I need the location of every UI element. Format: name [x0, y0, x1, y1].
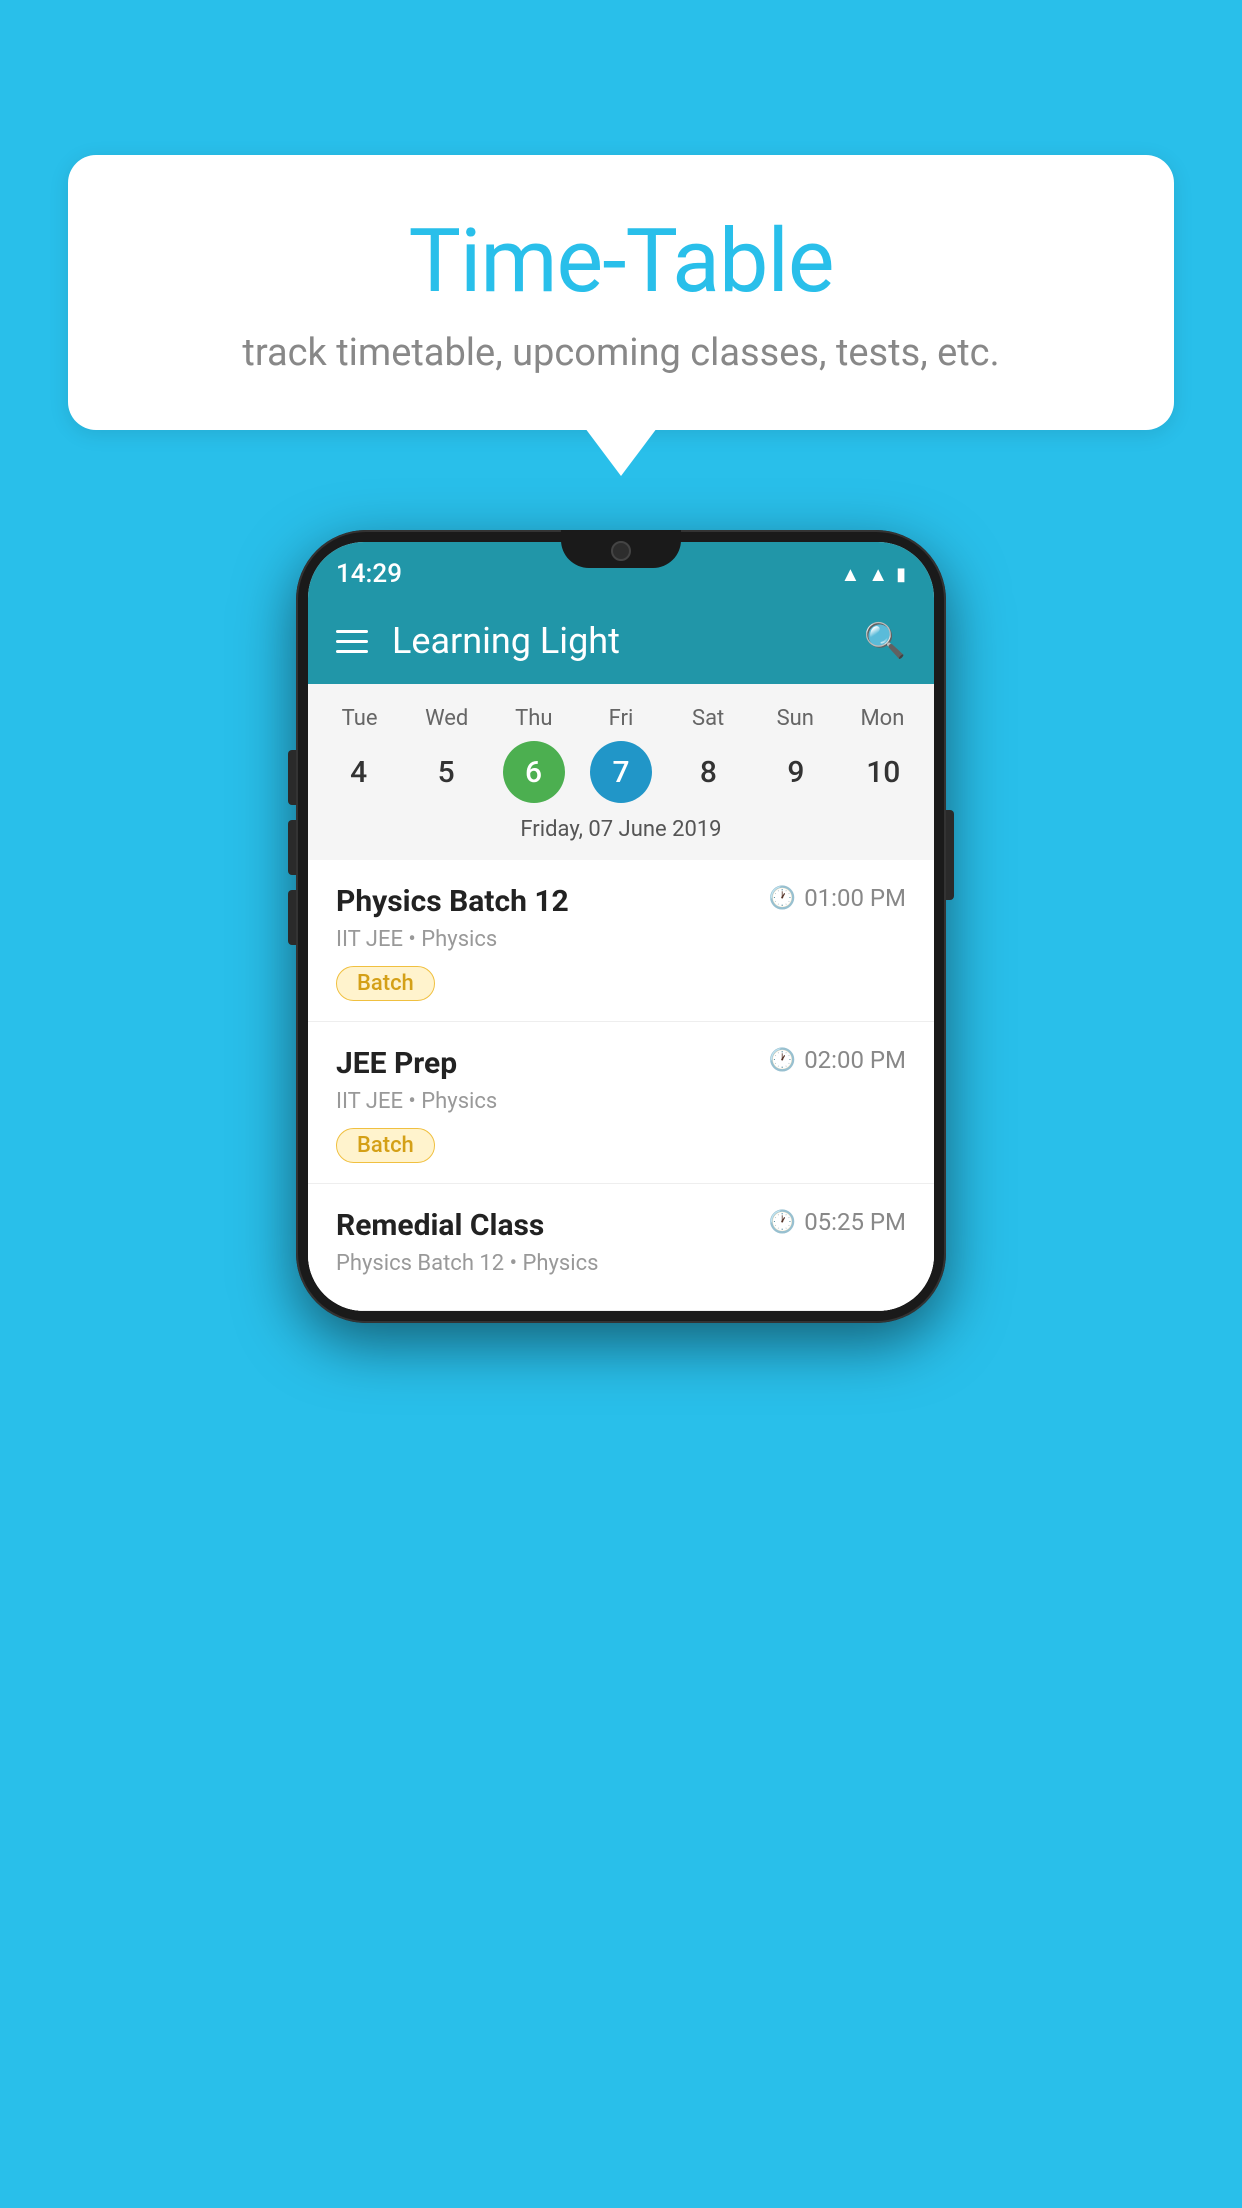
day-headers: Tue Wed Thu Fri Sat Sun Mon [308, 700, 934, 737]
speech-bubble-tail [585, 428, 657, 476]
day-thu: Thu [490, 700, 577, 737]
hamburger-menu-icon[interactable] [336, 630, 368, 653]
day-mon: Mon [839, 700, 926, 737]
day-wed: Wed [403, 700, 490, 737]
schedule-item-2-time: 02:00 PM [804, 1046, 906, 1074]
speech-bubble-section: Time-Table track timetable, upcoming cla… [68, 155, 1174, 476]
schedule-item-3-time-block: 🕐 05:25 PM [769, 1208, 906, 1236]
phone-screen: 14:29 ▲ ▲ ▮ Learning Light 🔍 [308, 542, 934, 1311]
phone-notch [561, 530, 681, 568]
clock-icon-1: 🕐 [769, 886, 796, 911]
clock-icon-2: 🕐 [769, 1048, 796, 1073]
day-fri: Fri [577, 700, 664, 737]
schedule-item-2-time-block: 🕐 02:00 PM [769, 1046, 906, 1074]
clock-icon-3: 🕐 [769, 1210, 796, 1235]
status-time: 14:29 [336, 559, 402, 589]
day-sun: Sun [752, 700, 839, 737]
date-5[interactable]: 5 [403, 741, 488, 803]
schedule-item-2-header: JEE Prep 🕐 02:00 PM [336, 1046, 906, 1081]
phone-outer: 14:29 ▲ ▲ ▮ Learning Light 🔍 [296, 530, 946, 1323]
date-4[interactable]: 4 [316, 741, 401, 803]
schedule-item-1-time: 01:00 PM [804, 884, 906, 912]
speech-bubble: Time-Table track timetable, upcoming cla… [68, 155, 1174, 430]
calendar-strip: Tue Wed Thu Fri Sat Sun Mon 4 5 6 7 8 9 … [308, 684, 934, 860]
date-7-selected[interactable]: 7 [590, 741, 652, 803]
schedule-item-3-title: Remedial Class [336, 1208, 544, 1243]
front-camera [611, 541, 631, 561]
schedule-item-1[interactable]: Physics Batch 12 🕐 01:00 PM IIT JEE • Ph… [308, 860, 934, 1022]
schedule-item-1-header: Physics Batch 12 🕐 01:00 PM [336, 884, 906, 919]
app-header-title: Learning Light [392, 620, 840, 662]
day-tue: Tue [316, 700, 403, 737]
schedule-item-2[interactable]: JEE Prep 🕐 02:00 PM IIT JEE • Physics Ba… [308, 1022, 934, 1184]
schedule-item-1-time-block: 🕐 01:00 PM [769, 884, 906, 912]
date-8[interactable]: 8 [666, 741, 751, 803]
schedule-item-3-header: Remedial Class 🕐 05:25 PM [336, 1208, 906, 1243]
bubble-title: Time-Table [128, 210, 1114, 313]
phone-wrapper: 14:29 ▲ ▲ ▮ Learning Light 🔍 [296, 530, 946, 1323]
schedule-item-1-badge: Batch [336, 966, 435, 1001]
battery-icon: ▮ [896, 564, 906, 585]
schedule-item-1-title: Physics Batch 12 [336, 884, 569, 919]
app-header: Learning Light 🔍 [308, 598, 934, 684]
date-6-today[interactable]: 6 [503, 741, 565, 803]
signal-icon: ▲ [868, 562, 888, 587]
search-icon[interactable]: 🔍 [864, 621, 906, 661]
schedule-item-1-meta: IIT JEE • Physics [336, 927, 906, 952]
date-10[interactable]: 10 [841, 741, 926, 803]
schedule-item-2-meta: IIT JEE • Physics [336, 1089, 906, 1114]
schedule-list: Physics Batch 12 🕐 01:00 PM IIT JEE • Ph… [308, 860, 934, 1311]
schedule-item-3-meta: Physics Batch 12 • Physics [336, 1251, 906, 1276]
date-9[interactable]: 9 [753, 741, 838, 803]
status-icons: ▲ ▲ ▮ [841, 562, 907, 587]
selected-date-label: Friday, 07 June 2019 [308, 811, 934, 856]
schedule-item-2-badge: Batch [336, 1128, 435, 1163]
schedule-item-3[interactable]: Remedial Class 🕐 05:25 PM Physics Batch … [308, 1184, 934, 1311]
schedule-item-2-title: JEE Prep [336, 1046, 457, 1081]
bubble-subtitle: track timetable, upcoming classes, tests… [128, 331, 1114, 375]
day-numbers: 4 5 6 7 8 9 10 [308, 737, 934, 811]
wifi-icon: ▲ [841, 562, 861, 587]
schedule-item-3-time: 05:25 PM [804, 1208, 906, 1236]
day-sat: Sat [665, 700, 752, 737]
